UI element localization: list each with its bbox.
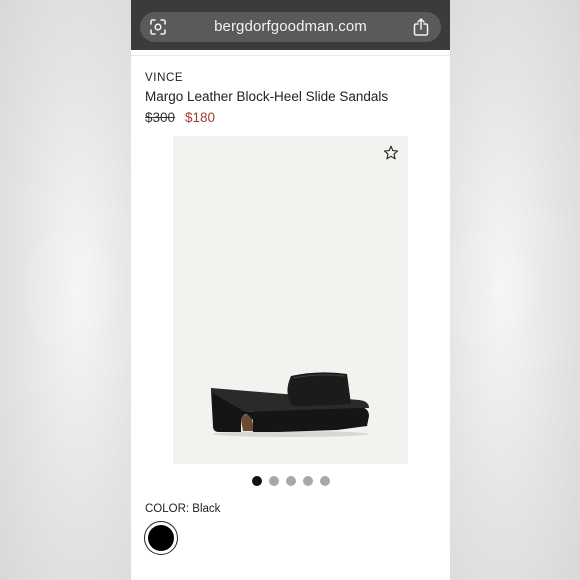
url-text[interactable]: bergdorfgoodman.com	[140, 18, 441, 35]
sandal-product-image	[211, 372, 369, 437]
blurred-background-left	[0, 0, 131, 580]
gallery-dot[interactable]	[319, 476, 330, 486]
blurred-background-right	[450, 0, 580, 580]
star-outline-icon[interactable]	[383, 145, 399, 161]
browser-toolbar: bergdorfgoodman.com	[131, 0, 450, 50]
share-icon[interactable]	[412, 17, 430, 37]
sale-price: $180	[185, 110, 216, 125]
color-swatch-black[interactable]	[144, 521, 178, 555]
gallery-dot[interactable]	[285, 476, 296, 486]
product-brand[interactable]: VINCE	[145, 72, 183, 84]
header-divider	[131, 55, 450, 56]
swatch-fill	[147, 524, 174, 551]
gallery-dot[interactable]	[251, 476, 262, 486]
gallery-dot[interactable]	[268, 476, 279, 486]
gallery-dot[interactable]	[302, 476, 313, 486]
product-title: Margo Leather Block-Heel Slide Sandals	[145, 89, 389, 104]
phone-screen: bergdorfgoodman.com VINCE Margo Leather …	[131, 0, 450, 580]
gallery-pagination	[131, 476, 450, 486]
original-price: $300	[145, 110, 176, 125]
color-label: COLOR: Black	[145, 503, 221, 515]
product-image-gallery[interactable]	[173, 136, 408, 464]
address-bar[interactable]: bergdorfgoodman.com	[140, 12, 441, 42]
